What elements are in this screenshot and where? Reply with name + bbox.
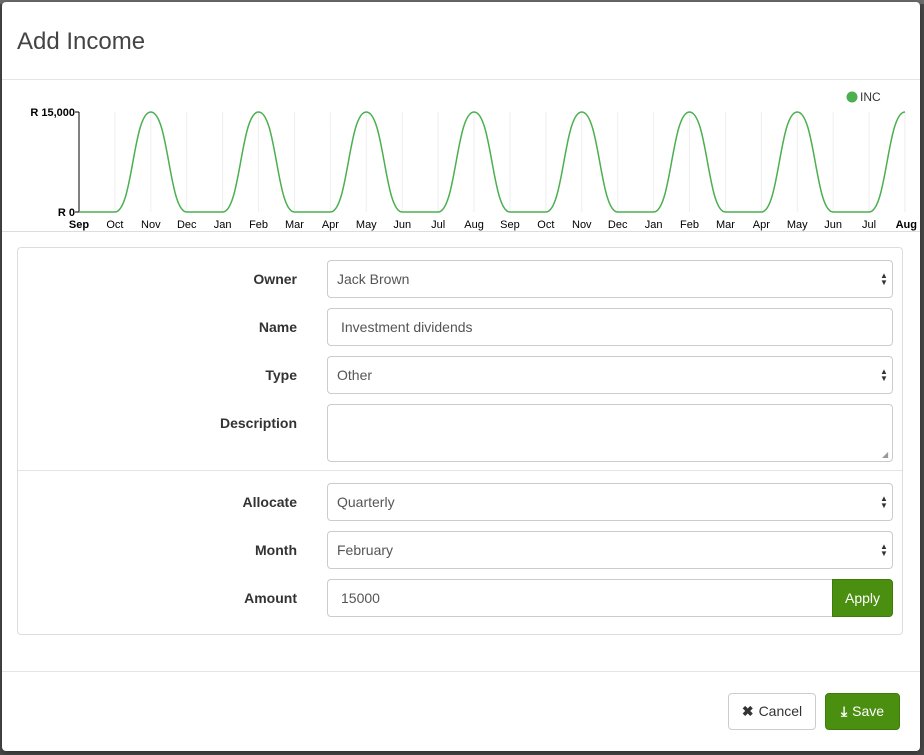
allocate-label: Allocate	[242, 494, 297, 510]
chart-x-tick-label: Jul	[431, 219, 445, 231]
chart-legend-label: INC	[860, 90, 881, 104]
owner-label: Owner	[253, 271, 297, 287]
resize-grip-icon[interactable]: ◢	[882, 451, 890, 459]
income-form-panel: Owner Jack Brown ▲ ▼ Name Investment divi…	[17, 247, 903, 635]
chart-y-tick-label: R 0	[58, 207, 75, 219]
chart-x-tick-label: Oct	[106, 219, 123, 231]
allocate-row: Allocate Quarterly ▲ ▼	[18, 483, 902, 521]
name-row: Name Investment dividends	[18, 308, 902, 346]
chart-legend-marker	[846, 91, 858, 103]
chart-x-tick-label: Apr	[753, 219, 770, 231]
type-select-value: Other	[337, 367, 373, 383]
apply-button[interactable]: Apply	[832, 579, 893, 617]
type-label: Type	[265, 367, 297, 383]
download-icon: ⤓	[840, 703, 848, 719]
chart-x-tick-label: Apr	[322, 219, 339, 231]
chart-x-tick-label: Feb	[680, 219, 699, 231]
chart-x-tick-label: Sep	[500, 219, 520, 231]
select-arrows-icon: ▲ ▼	[880, 494, 888, 510]
income-chart: R 0 R 15,000 Sep Oct Nov Dec Jan Feb Mar Apr May Ju…	[2, 81, 920, 231]
chart-x-tick-label: Nov	[572, 219, 592, 231]
form-section-divider	[18, 470, 902, 471]
modal-title: Add Income	[17, 28, 146, 55]
chart-x-tick-label: Jun	[393, 219, 411, 231]
chart-x-tick-label: Jun	[824, 219, 842, 231]
cancel-button-label: Cancel	[758, 703, 803, 719]
chart-x-tick-label: Jan	[214, 219, 232, 231]
description-label: Description	[219, 415, 297, 431]
chart-y-tick-label: R 15,000	[30, 107, 75, 119]
modal-header: Add Income	[2, 2, 920, 80]
close-icon: ✖	[741, 703, 754, 719]
month-row: Month February ▲ ▼	[18, 531, 902, 569]
allocate-select-value: Quarterly	[337, 494, 395, 510]
owner-select-value: Jack Brown	[337, 271, 410, 287]
description-textarea[interactable]: ◢	[327, 404, 893, 462]
add-income-modal: Add Income R 0 R 15,000 Sep Oct Nov Dec Jan Feb…	[2, 2, 920, 751]
amount-row: Amount 15000 Apply	[18, 579, 902, 617]
save-button-label: Save	[852, 703, 885, 719]
chart-x-tick-label: Mar	[716, 219, 735, 231]
allocate-select[interactable]: Quarterly ▲ ▼	[327, 483, 893, 521]
type-row: Type Other ▲ ▼	[18, 356, 902, 394]
month-label: Month	[255, 542, 297, 558]
chart-x-tick-label: Jan	[645, 219, 663, 231]
chart-x-tick-label: Mar	[285, 219, 304, 231]
modal-footer: ✖ Cancel ⤓ Save	[2, 671, 920, 751]
income-chart-svg: R 0 R 15,000 Sep Oct Nov Dec Jan Feb Mar Apr May Ju…	[30, 90, 917, 231]
chart-x-tick-label: Feb	[249, 219, 268, 231]
chart-x-tick-label: Aug	[896, 219, 917, 231]
chart-x-tick-label: Oct	[537, 219, 554, 231]
select-arrows-icon: ▲ ▼	[880, 271, 888, 287]
type-select[interactable]: Other ▲ ▼	[327, 356, 893, 394]
month-select-value: February	[337, 542, 394, 558]
chart-x-tick-label: May	[356, 219, 377, 231]
save-button[interactable]: ⤓ Save	[825, 693, 900, 730]
owner-select[interactable]: Jack Brown ▲ ▼	[327, 260, 893, 298]
chart-x-tick-label: Aug	[464, 219, 484, 231]
cancel-button[interactable]: ✖ Cancel	[728, 693, 816, 730]
select-arrows-icon: ▲ ▼	[880, 542, 888, 558]
chart-x-tick-label: Dec	[177, 219, 197, 231]
chart-x-tick-label: May	[787, 219, 808, 231]
chart-x-tick-label: Dec	[608, 219, 628, 231]
chart-x-tick-label: Sep	[69, 219, 89, 231]
select-arrows-icon: ▲ ▼	[880, 367, 888, 383]
chart-x-tick-label: Nov	[141, 219, 161, 231]
description-row: Description ◢	[18, 404, 902, 462]
owner-row: Owner Jack Brown ▲ ▼	[18, 260, 902, 298]
name-input[interactable]: Investment dividends	[327, 308, 893, 346]
chart-series-line	[79, 111, 906, 213]
amount-label: Amount	[244, 590, 297, 606]
month-select[interactable]: February ▲ ▼	[327, 531, 893, 569]
name-label: Name	[258, 319, 297, 335]
chart-divider	[2, 231, 920, 232]
chart-x-tick-label: Jul	[862, 219, 876, 231]
amount-input[interactable]: 15000	[327, 579, 832, 617]
